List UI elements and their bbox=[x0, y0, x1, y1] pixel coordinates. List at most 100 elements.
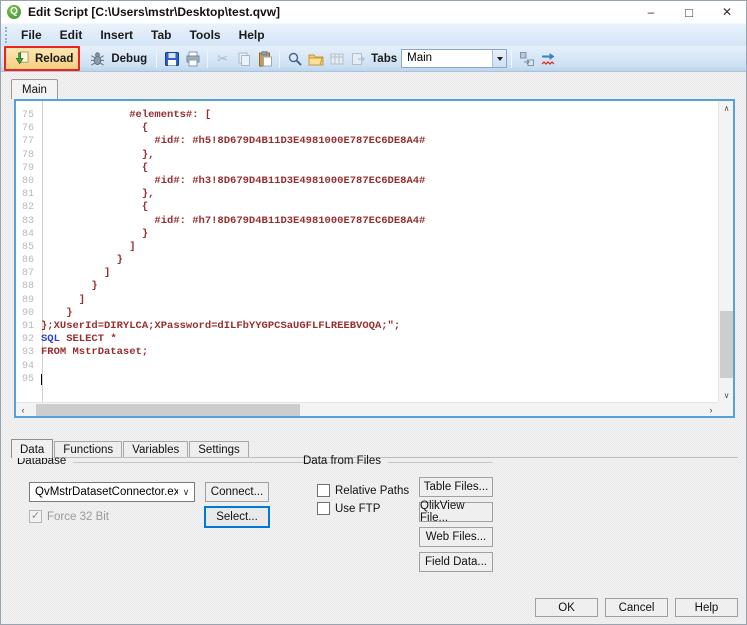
code-line[interactable]: 79 { bbox=[16, 162, 717, 175]
menu-item-insert[interactable]: Insert bbox=[91, 25, 142, 45]
line-number: 85 bbox=[16, 241, 38, 254]
line-number: 87 bbox=[16, 267, 38, 280]
tabs-label: Tabs bbox=[371, 53, 397, 65]
cancel-button[interactable]: Cancel bbox=[605, 598, 668, 617]
code-text: #elements#: [ bbox=[41, 109, 211, 122]
maximize-button[interactable]: □ bbox=[670, 1, 708, 23]
code-line[interactable]: 75 #elements#: [ bbox=[16, 109, 717, 122]
code-line[interactable]: 80 #id#: #h3!8D679D4B11D3E4981000E787EC6… bbox=[16, 175, 717, 188]
cut-icon: ✂ bbox=[214, 50, 231, 67]
print-icon[interactable] bbox=[184, 50, 201, 67]
force-32-bit-label: Force 32 Bit bbox=[47, 511, 109, 523]
toolbar-separator bbox=[207, 50, 208, 68]
script-tab-main[interactable]: Main bbox=[11, 79, 58, 99]
code-text bbox=[41, 373, 42, 386]
code-text: } bbox=[41, 307, 73, 320]
edit-script-window: Q Edit Script [C:\Users\mstr\Desktop\tes… bbox=[0, 0, 747, 625]
menu-item-edit[interactable]: Edit bbox=[51, 25, 92, 45]
scroll-right-icon[interactable]: › bbox=[704, 403, 718, 417]
field-data-button[interactable]: Field Data... bbox=[419, 552, 493, 572]
code-line[interactable]: 87 ] bbox=[16, 267, 717, 280]
caret-down-icon bbox=[497, 57, 503, 61]
checkbox-box-icon: ✓ bbox=[29, 510, 42, 523]
use-ftp-checkbox[interactable]: Use FTP bbox=[317, 502, 380, 515]
code-line[interactable]: 85 ] bbox=[16, 241, 717, 254]
code-text: }, bbox=[41, 149, 154, 162]
scroll-left-icon[interactable]: ‹ bbox=[16, 403, 30, 417]
table-files-button[interactable]: Table Files... bbox=[419, 477, 493, 497]
code-line[interactable]: 91};XUserId=DIRYLCA;XPassword=dILFbYYGPC… bbox=[16, 320, 717, 333]
line-number: 80 bbox=[16, 175, 38, 188]
toolbar: Reload Debug bbox=[1, 46, 746, 72]
line-number: 88 bbox=[16, 280, 38, 293]
menu-item-tab[interactable]: Tab bbox=[142, 25, 180, 45]
tab-selector-combobox[interactable]: Main bbox=[401, 49, 507, 68]
code-line[interactable]: 86 } bbox=[16, 254, 717, 267]
code-text: ] bbox=[41, 241, 136, 254]
menu-item-tools[interactable]: Tools bbox=[180, 25, 229, 45]
code-line[interactable]: 82 { bbox=[16, 201, 717, 214]
select-button[interactable]: Select... bbox=[204, 506, 270, 528]
web-files-button[interactable]: Web Files... bbox=[419, 527, 493, 547]
code-line[interactable]: 88 } bbox=[16, 280, 717, 293]
code-line[interactable]: 95 bbox=[16, 373, 717, 386]
database-connector-combobox[interactable]: QvMstrDatasetConnector.exe (3 ∨ bbox=[29, 482, 195, 502]
code-text: ] bbox=[41, 294, 85, 307]
reload-button[interactable]: Reload bbox=[4, 46, 80, 71]
force-32-bit-checkbox[interactable]: ✓ Force 32 Bit bbox=[29, 510, 109, 523]
checkbox-box-icon bbox=[317, 484, 330, 497]
code-line[interactable]: 78 }, bbox=[16, 149, 717, 162]
code-text: #id#: #h7!8D679D4B11D3E4981000E787EC6DE8… bbox=[41, 215, 425, 228]
menu-item-file[interactable]: File bbox=[12, 25, 51, 45]
scroll-up-icon[interactable]: ∧ bbox=[719, 101, 734, 115]
menu-item-help[interactable]: Help bbox=[230, 25, 274, 45]
line-number: 79 bbox=[16, 162, 38, 175]
code-text: SQL SELECT * bbox=[41, 333, 117, 346]
save-icon[interactable] bbox=[163, 50, 180, 67]
line-number: 90 bbox=[16, 307, 38, 320]
find-icon[interactable] bbox=[286, 50, 303, 67]
relative-paths-checkbox[interactable]: Relative Paths bbox=[317, 484, 409, 497]
horizontal-scrollbar[interactable]: ‹ › bbox=[16, 402, 718, 416]
code-line[interactable]: 76 { bbox=[16, 122, 717, 135]
code-line[interactable]: 94 bbox=[16, 360, 717, 373]
line-number: 83 bbox=[16, 215, 38, 228]
code-line[interactable]: 77 #id#: #h5!8D679D4B11D3E4981000E787EC6… bbox=[16, 135, 717, 148]
checkbox-box-icon bbox=[317, 502, 330, 515]
line-number: 93 bbox=[16, 346, 38, 359]
code-text: { bbox=[41, 162, 148, 175]
code-line[interactable]: 81 }, bbox=[16, 188, 717, 201]
paste-icon[interactable] bbox=[256, 50, 273, 67]
connect-button[interactable]: Connect... bbox=[205, 482, 269, 502]
code-line[interactable]: 92SQL SELECT * bbox=[16, 333, 717, 346]
ok-button[interactable]: OK bbox=[535, 598, 598, 617]
code-text: #id#: #h5!8D679D4B11D3E4981000E787EC6DE8… bbox=[41, 135, 425, 148]
vertical-scroll-thumb[interactable] bbox=[720, 311, 733, 378]
script-editor[interactable]: 75 #elements#: [76 {77 #id#: #h5!8D679D4… bbox=[14, 99, 735, 418]
code-line[interactable]: 83 #id#: #h7!8D679D4B11D3E4981000E787EC6… bbox=[16, 215, 717, 228]
code-line[interactable]: 84 } bbox=[16, 228, 717, 241]
code-text: } bbox=[41, 254, 123, 267]
horizontal-scroll-thumb[interactable] bbox=[36, 404, 300, 416]
open-folder-icon[interactable] bbox=[307, 50, 324, 67]
checkbox-label: Relative Paths bbox=[335, 485, 409, 497]
vertical-scrollbar[interactable]: ∧ ∨ bbox=[718, 101, 733, 402]
menu-bar: FileEditInsertTabToolsHelp bbox=[1, 23, 746, 46]
code-text: }, bbox=[41, 188, 154, 201]
close-button[interactable]: ✕ bbox=[708, 1, 746, 23]
move-boxes-icon[interactable] bbox=[518, 50, 535, 67]
tab-data[interactable]: Data bbox=[11, 439, 53, 458]
line-number: 94 bbox=[16, 360, 38, 373]
debug-button[interactable]: Debug bbox=[82, 48, 152, 69]
help-button[interactable]: Help bbox=[675, 598, 738, 617]
code-line[interactable]: 89 ] bbox=[16, 294, 717, 307]
minimize-button[interactable]: – bbox=[632, 1, 670, 23]
combobox-dropdown-button[interactable] bbox=[492, 50, 506, 67]
code-line[interactable]: 90 } bbox=[16, 307, 717, 320]
line-number: 78 bbox=[16, 149, 38, 162]
arrow-squiggle-icon[interactable] bbox=[539, 50, 556, 67]
qlikview-file-button[interactable]: QlikView File... bbox=[419, 502, 493, 522]
script-tab-strip: Main bbox=[1, 72, 746, 99]
code-line[interactable]: 93FROM MstrDataset; bbox=[16, 346, 717, 359]
scroll-down-icon[interactable]: ∨ bbox=[719, 388, 734, 402]
